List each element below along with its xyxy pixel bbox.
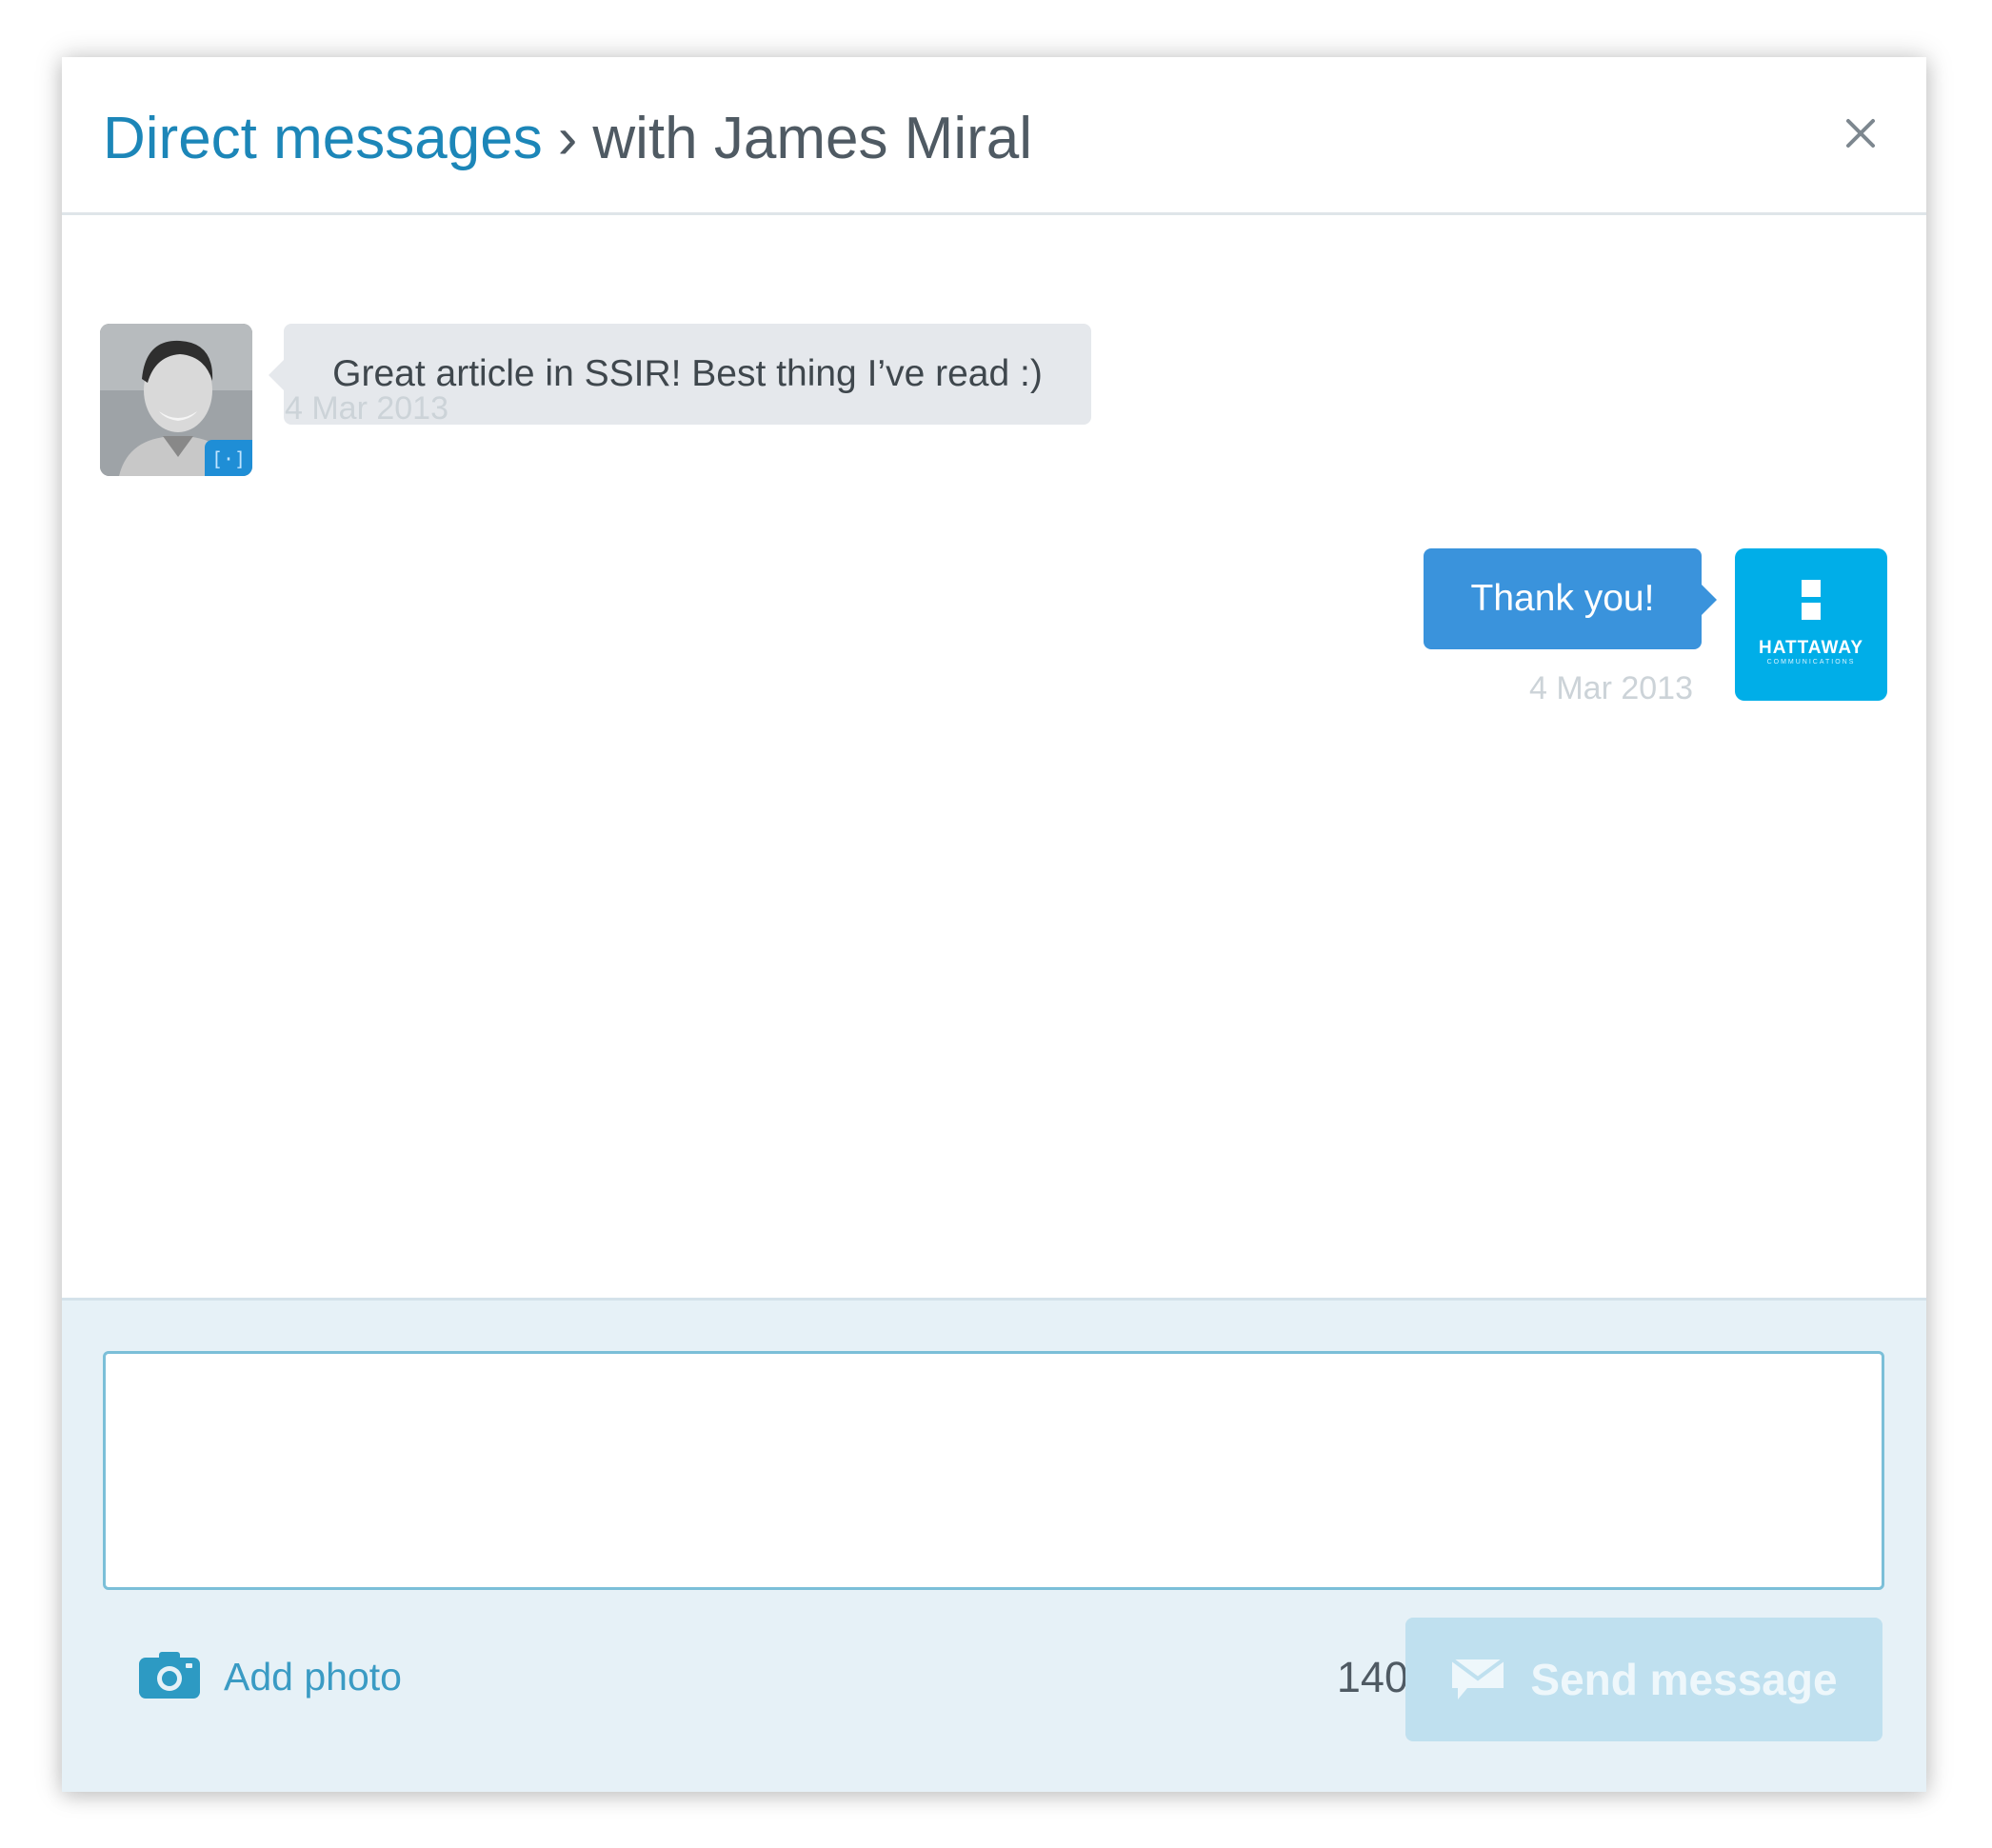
add-photo-label: Add photo (224, 1654, 402, 1699)
dialog-header: Direct messages › with James Miral (62, 57, 1926, 215)
svg-text:[·]: [·] (211, 447, 246, 470)
source-badge-icon: [·] (205, 440, 252, 476)
envelope-icon (1450, 1656, 1505, 1704)
breadcrumb-direct-messages-link[interactable]: Direct messages (103, 106, 543, 171)
send-message-button[interactable]: Send message (1405, 1618, 1882, 1741)
add-photo-button[interactable]: Add photo (138, 1643, 402, 1710)
camera-icon (138, 1650, 201, 1704)
outgoing-message-bubble: Thank you! (1424, 548, 1717, 649)
character-counter: 140 (1336, 1653, 1408, 1701)
send-message-label: Send message (1530, 1655, 1838, 1704)
incoming-message-date: 4 Mar 2013 (285, 390, 448, 427)
message-input[interactable] (103, 1351, 1884, 1590)
direct-message-dialog: Direct messages › with James Miral [·] G… (62, 57, 1926, 1792)
logo-mark-top (1802, 580, 1821, 597)
outgoing-message-date: 4 Mar 2013 (1529, 670, 1693, 706)
message-composer: Add photo 140 Send message (62, 1298, 1926, 1792)
logo-mark-bottom (1802, 603, 1821, 620)
breadcrumb-separator: › (557, 106, 578, 171)
sender-avatar[interactable]: [·] (100, 324, 252, 476)
conversation-title: with James Miral (592, 106, 1032, 171)
hattaway-logo[interactable]: HATTAWAY COMMUNICATIONS (1735, 548, 1887, 701)
logo-name: HATTAWAY (1758, 638, 1864, 658)
close-icon[interactable] (1837, 109, 1884, 157)
breadcrumb: Direct messages › with James Miral (103, 103, 1032, 175)
logo-subtitle: COMMUNICATIONS (1766, 659, 1856, 666)
message-thread: [·] Great article in SSIR! Best thing I’… (62, 215, 1926, 1358)
